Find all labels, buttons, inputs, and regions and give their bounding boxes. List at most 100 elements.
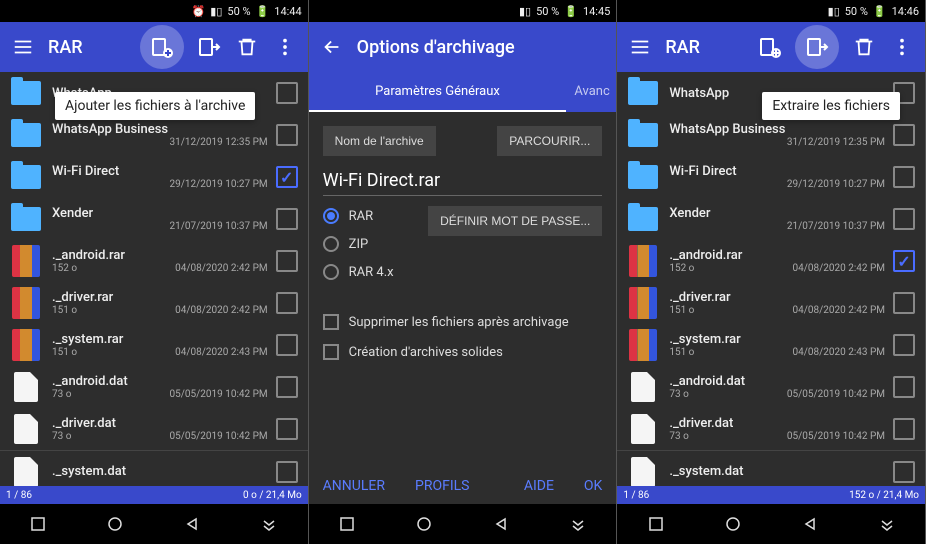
file-date: 05/05/2019 10:42 PM xyxy=(787,431,885,442)
add-archive-icon[interactable] xyxy=(757,34,783,60)
checkbox[interactable] xyxy=(893,208,915,230)
file-icon xyxy=(14,414,38,444)
file-name: Wi-Fi Direct xyxy=(669,164,885,179)
file-date: 21/07/2019 10:37 PM xyxy=(787,221,885,232)
checkbox[interactable] xyxy=(893,166,915,188)
nav-back-icon[interactable] xyxy=(491,514,511,534)
checkbox[interactable] xyxy=(893,376,915,398)
solid-archive-checkbox[interactable]: Création d'archives solides xyxy=(323,344,603,360)
list-item[interactable]: ._android.dat73 o05/05/2019 10:42 PM xyxy=(0,366,308,408)
checkbox[interactable] xyxy=(893,334,915,356)
add-archive-icon[interactable] xyxy=(140,25,184,69)
radio-icon xyxy=(323,236,339,252)
checkbox[interactable] xyxy=(276,250,298,272)
nav-bar xyxy=(309,504,617,544)
menu-icon[interactable] xyxy=(627,34,653,60)
checkbox[interactable] xyxy=(276,124,298,146)
rar-icon xyxy=(12,287,40,319)
file-icon xyxy=(14,457,38,487)
file-size: 151 o xyxy=(52,305,77,316)
file-size: 152 o xyxy=(52,263,77,274)
list-item[interactable]: ._system.dat xyxy=(0,450,308,486)
list-item[interactable]: Wi-Fi Direct29/12/2019 10:27 PM xyxy=(617,156,925,198)
nav-recent-icon[interactable] xyxy=(337,514,357,534)
file-name: ._driver.rar xyxy=(669,290,885,305)
overflow-icon[interactable] xyxy=(889,34,915,60)
list-item[interactable]: ._android.rar152 o04/08/2020 2:42 PM xyxy=(0,240,308,282)
nav-down-icon[interactable] xyxy=(259,514,279,534)
list-item[interactable]: ._driver.rar151 o04/08/2020 2:42 PM xyxy=(0,282,308,324)
set-password-button[interactable]: DÉFINIR MOT DE PASSE... xyxy=(428,206,602,236)
list-item[interactable]: WhatsApp Business31/12/2019 12:35 PM xyxy=(617,114,925,156)
file-icon xyxy=(631,414,655,444)
format-rar4[interactable]: RAR 4.x xyxy=(323,264,394,280)
list-item[interactable]: ._system.rar151 o04/08/2020 2:43 PM xyxy=(0,324,308,366)
checkbox[interactable] xyxy=(893,292,915,314)
nav-bar xyxy=(0,504,308,544)
checkbox[interactable] xyxy=(276,418,298,440)
tab-general[interactable]: Paramètres Généraux xyxy=(309,72,567,112)
rar-icon xyxy=(629,245,657,277)
extract-icon[interactable] xyxy=(795,25,839,69)
nav-down-icon[interactable] xyxy=(877,514,897,534)
extract-icon[interactable] xyxy=(196,34,222,60)
list-item[interactable]: ._driver.dat73 o05/05/2019 10:42 PM xyxy=(0,408,308,450)
overflow-icon[interactable] xyxy=(272,34,298,60)
checkbox[interactable] xyxy=(893,461,915,483)
list-item[interactable]: ._driver.rar151 o04/08/2020 2:42 PM xyxy=(617,282,925,324)
list-item[interactable]: WhatsApp Business31/12/2019 12:35 PM xyxy=(0,114,308,156)
format-rar[interactable]: RAR xyxy=(323,208,394,224)
list-item[interactable]: ._system.dat xyxy=(617,450,925,486)
checkbox[interactable] xyxy=(276,292,298,314)
checkbox[interactable] xyxy=(276,82,298,104)
footer-count: 1 / 86 xyxy=(6,490,32,501)
cancel-button[interactable]: ANNULER xyxy=(323,478,385,494)
checkbox[interactable] xyxy=(276,334,298,356)
archive-name-button[interactable]: Nom de l'archive xyxy=(323,126,436,156)
file-icon xyxy=(631,372,655,402)
checkbox[interactable] xyxy=(893,250,915,272)
delete-icon[interactable] xyxy=(851,34,877,60)
tooltip-add: Ajouter les fichiers à l'archive xyxy=(55,92,255,120)
delete-icon[interactable] xyxy=(234,34,260,60)
nav-down-icon[interactable] xyxy=(568,514,588,534)
file-name: ._android.dat xyxy=(52,374,268,389)
list-item[interactable]: ._system.rar151 o04/08/2020 2:43 PM xyxy=(617,324,925,366)
nav-recent-icon[interactable] xyxy=(646,514,666,534)
list-item[interactable]: ._android.dat73 o05/05/2019 10:42 PM xyxy=(617,366,925,408)
menu-icon[interactable] xyxy=(10,34,36,60)
nav-home-icon[interactable] xyxy=(723,514,743,534)
checkbox[interactable] xyxy=(276,376,298,398)
status-bar: ⏰ ▮▯ 50 % 🔋 14:44 xyxy=(0,0,308,22)
checkbox[interactable] xyxy=(276,461,298,483)
nav-home-icon[interactable] xyxy=(414,514,434,534)
list-item[interactable]: ._driver.dat73 o05/05/2019 10:42 PM xyxy=(617,408,925,450)
checkbox[interactable] xyxy=(276,166,298,188)
file-date: 05/05/2019 10:42 PM xyxy=(787,389,885,400)
file-date: 04/08/2020 2:42 PM xyxy=(793,263,886,274)
tab-advanced[interactable]: Avanc xyxy=(566,72,616,112)
ok-button[interactable]: OK xyxy=(584,478,602,494)
checkbox[interactable] xyxy=(893,124,915,146)
list-item[interactable]: Wi-Fi Direct29/12/2019 10:27 PM xyxy=(0,156,308,198)
list-item[interactable]: ._android.rar152 o04/08/2020 2:42 PM xyxy=(617,240,925,282)
file-date: 04/08/2020 2:42 PM xyxy=(175,263,268,274)
browse-button[interactable]: PARCOURIR... xyxy=(497,126,602,156)
back-icon[interactable] xyxy=(319,34,345,60)
list-item[interactable]: Xender21/07/2019 10:37 PM xyxy=(0,198,308,240)
nav-back-icon[interactable] xyxy=(800,514,820,534)
delete-after-checkbox[interactable]: Supprimer les fichiers après archivage xyxy=(323,314,603,330)
file-size: 151 o xyxy=(669,347,694,358)
help-button[interactable]: AIDE xyxy=(524,478,554,494)
file-name: ._driver.rar xyxy=(52,290,268,305)
archive-name-input[interactable]: Wi-Fi Direct.rar xyxy=(323,166,603,196)
list-item[interactable]: Xender21/07/2019 10:37 PM xyxy=(617,198,925,240)
tooltip-extract: Extraire les fichiers xyxy=(762,92,900,120)
profiles-button[interactable]: PROFILS xyxy=(415,478,470,494)
nav-back-icon[interactable] xyxy=(182,514,202,534)
nav-home-icon[interactable] xyxy=(105,514,125,534)
checkbox[interactable] xyxy=(893,418,915,440)
checkbox[interactable] xyxy=(276,208,298,230)
format-zip[interactable]: ZIP xyxy=(323,236,394,252)
nav-recent-icon[interactable] xyxy=(28,514,48,534)
